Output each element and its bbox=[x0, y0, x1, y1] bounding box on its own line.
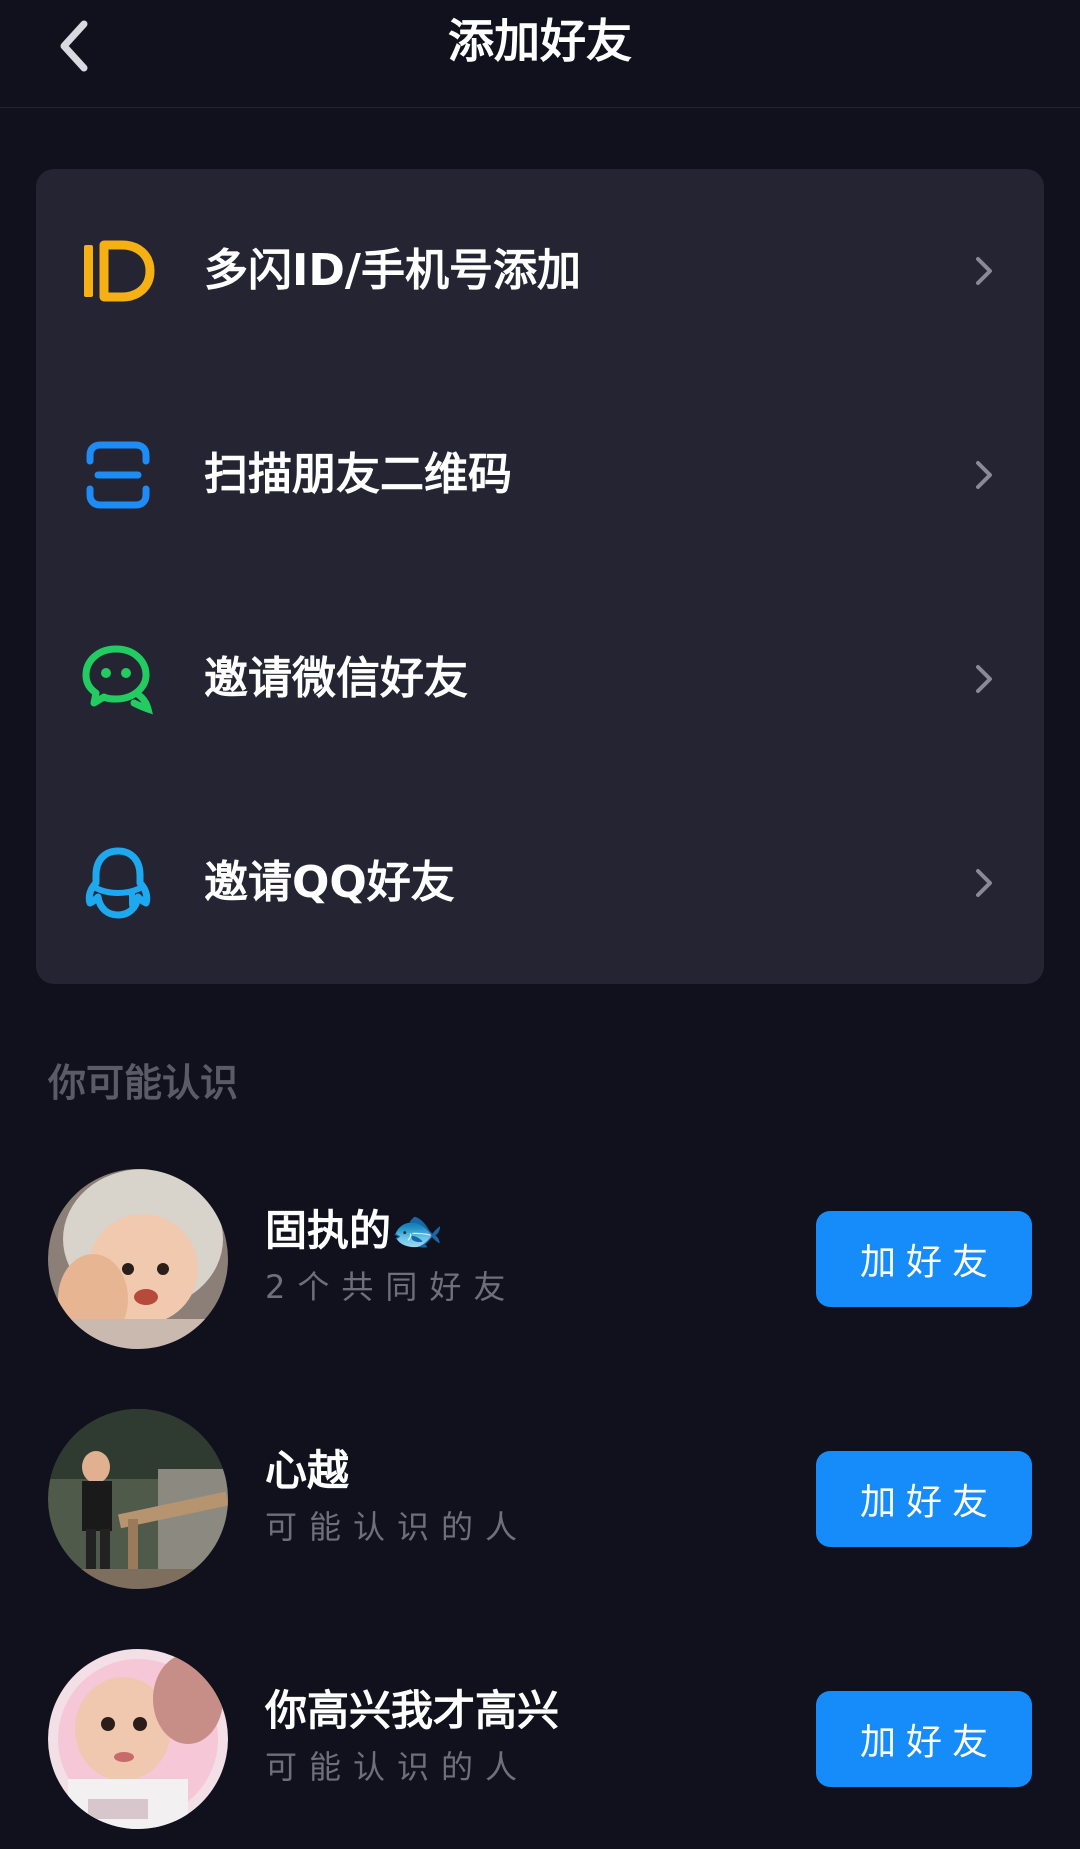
friend-suggestion-row: 你高兴我才高兴 可能认识的人 加好友 bbox=[0, 1649, 1080, 1849]
add-friend-button[interactable]: 加好友 bbox=[816, 1691, 1032, 1787]
invite-wechat-item[interactable]: 邀请微信好友 bbox=[36, 577, 1044, 781]
friend-subtitle: 可能认识的人 bbox=[265, 1508, 530, 1546]
friend-suggestion-row: 心越 可能认识的人 加好友 bbox=[0, 1409, 1080, 1609]
invite-qq-item[interactable]: 邀请QQ好友 bbox=[36, 781, 1044, 985]
add-friend-button[interactable]: 加好友 bbox=[816, 1451, 1032, 1547]
menu-item-label: 扫描朋友二维码 bbox=[204, 449, 512, 500]
add-options-card: 多闪ID/手机号添加 扫描朋友二维码 邀请微信好友 邀请QQ好友 bbox=[36, 169, 1044, 984]
chevron-right-icon bbox=[976, 257, 992, 285]
friend-name: 心越 bbox=[265, 1446, 350, 1495]
friend-name: 固执的🐟 bbox=[265, 1206, 444, 1255]
chevron-right-icon bbox=[976, 869, 992, 897]
friend-suggestion-row: 固执的🐟 2个共同好友 加好友 bbox=[0, 1169, 1080, 1369]
friend-subtitle: 可能认识的人 bbox=[265, 1748, 530, 1786]
top-bar: 添加好友 bbox=[0, 0, 1080, 108]
menu-item-label: 邀请QQ好友 bbox=[204, 857, 455, 908]
add-by-id-item[interactable]: 多闪ID/手机号添加 bbox=[36, 169, 1044, 373]
qq-icon bbox=[80, 845, 156, 921]
chevron-right-icon bbox=[976, 461, 992, 489]
add-friend-button[interactable]: 加好友 bbox=[816, 1211, 1032, 1307]
menu-item-label: 邀请微信好友 bbox=[204, 653, 468, 704]
friend-subtitle: 2个共同好友 bbox=[265, 1268, 518, 1306]
avatar[interactable] bbox=[48, 1409, 228, 1589]
section-title: 你可能认识 bbox=[48, 1061, 239, 1105]
scan-qr-item[interactable]: 扫描朋友二维码 bbox=[36, 373, 1044, 577]
id-icon bbox=[80, 233, 156, 309]
wechat-icon bbox=[80, 641, 156, 717]
page-title: 添加好友 bbox=[448, 14, 632, 68]
avatar[interactable] bbox=[48, 1649, 228, 1829]
chevron-right-icon bbox=[976, 665, 992, 693]
avatar[interactable] bbox=[48, 1169, 228, 1349]
friend-name: 你高兴我才高兴 bbox=[265, 1686, 560, 1735]
scan-qr-icon bbox=[80, 437, 156, 513]
menu-item-label: 多闪ID/手机号添加 bbox=[204, 245, 581, 296]
